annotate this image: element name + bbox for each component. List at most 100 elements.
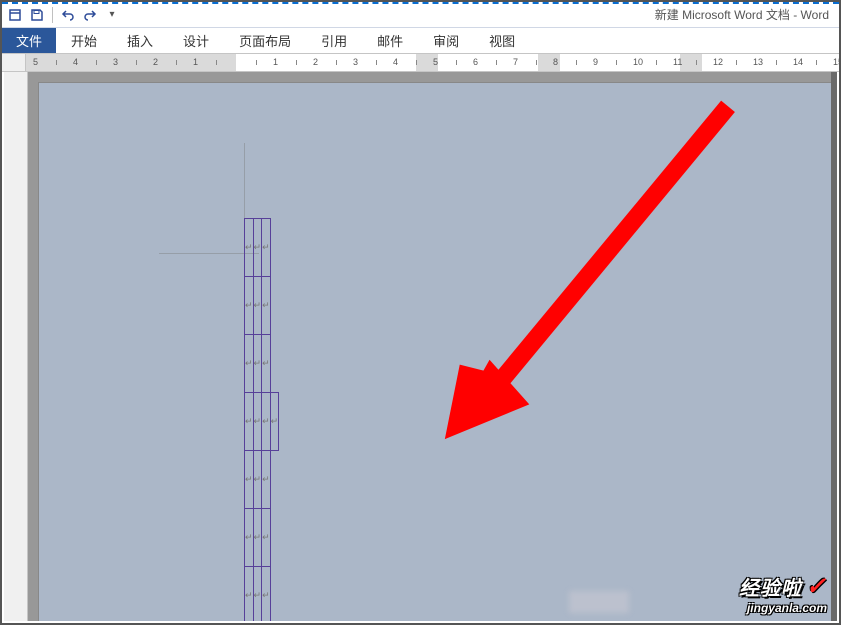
paragraph-mark-icon: ↵ <box>254 474 262 484</box>
ruler-mark: 1 <box>273 57 278 67</box>
tab-view[interactable]: 视图 <box>474 28 530 53</box>
tab-insert[interactable]: 插入 <box>112 28 168 53</box>
selection-border-top <box>2 2 839 4</box>
window-title: 新建 Microsoft Word 文档 - Word <box>121 6 839 23</box>
ruler-mark: 14 <box>793 57 803 67</box>
ruler-mark: 4 <box>73 57 78 67</box>
save-icon[interactable] <box>28 6 46 24</box>
table-cell[interactable]: ↵ <box>253 393 262 451</box>
table-cell[interactable]: ↵ <box>253 335 262 393</box>
table-cell[interactable]: ↵ <box>253 451 262 509</box>
document-table[interactable]: ↵ ↵ ↵ ↵ ↵ ↵ ↵ ↵ ↵ <box>244 218 271 393</box>
paragraph-mark-icon: ↵ <box>245 358 253 368</box>
tab-references-label: 引用 <box>321 31 347 50</box>
table-cell[interactable]: ↵ <box>262 277 271 335</box>
paragraph-mark-icon: ↵ <box>254 590 262 600</box>
ruler-mark: 5 <box>433 57 438 67</box>
paragraph-mark-icon: ↵ <box>254 300 262 310</box>
table-cell[interactable]: ↵ <box>262 567 271 622</box>
table-cell[interactable]: ↵ <box>245 451 254 509</box>
redo-icon[interactable] <box>81 6 99 24</box>
table-cell[interactable]: ↵ <box>270 393 279 451</box>
tab-insert-label: 插入 <box>127 31 153 50</box>
ruler-mark: 2 <box>313 57 318 67</box>
paragraph-mark-icon: ↵ <box>271 416 279 426</box>
table-cell[interactable]: ↵ <box>245 219 254 277</box>
paragraph-mark-icon: ↵ <box>254 242 262 252</box>
paragraph-mark-icon: ↵ <box>262 590 270 600</box>
table-row[interactable]: ↵ ↵ ↵ ↵ <box>245 393 279 451</box>
paragraph-mark-icon: ↵ <box>262 416 270 426</box>
table-row[interactable]: ↵ ↵ ↵ <box>245 509 271 567</box>
document-table-split-row[interactable]: ↵ ↵ ↵ ↵ <box>244 392 279 451</box>
ruler-mark: 4 <box>393 57 398 67</box>
table-row[interactable]: ↵ ↵ ↵ <box>245 567 271 622</box>
tab-design-label: 设计 <box>183 31 209 50</box>
tab-layout-label: 页面布局 <box>239 31 291 50</box>
paragraph-mark-icon: ↵ <box>262 242 270 252</box>
table-cell[interactable]: ↵ <box>262 451 271 509</box>
tab-home-label: 开始 <box>71 31 97 50</box>
tab-file[interactable]: 文件 <box>2 28 56 53</box>
ruler-mark: 15 <box>833 57 839 67</box>
tab-home[interactable]: 开始 <box>56 28 112 53</box>
table-row[interactable]: ↵ ↵ ↵ <box>245 451 271 509</box>
vertical-ruler[interactable] <box>4 72 28 621</box>
ruler-mark: 1 <box>193 57 198 67</box>
ruler-mark: 11 <box>673 57 682 67</box>
paragraph-mark-icon: ↵ <box>262 300 270 310</box>
tab-design[interactable]: 设计 <box>168 28 224 53</box>
tab-mail-label: 邮件 <box>377 31 403 50</box>
ruler-mark: 13 <box>753 57 763 67</box>
ruler-mark: 10 <box>633 57 643 67</box>
table-cell[interactable]: ↵ <box>262 509 271 567</box>
table-cell[interactable]: ↵ <box>245 393 254 451</box>
tab-review[interactable]: 审阅 <box>418 28 474 53</box>
undo-icon[interactable] <box>59 6 77 24</box>
paragraph-mark-icon: ↵ <box>262 474 270 484</box>
tab-references[interactable]: 引用 <box>306 28 362 53</box>
ruler-mark: 8 <box>553 57 558 67</box>
table-cell[interactable]: ↵ <box>253 277 262 335</box>
qat-customize-dropdown-icon[interactable]: ▾ <box>103 6 121 24</box>
ruler-corner <box>2 54 26 71</box>
table-cell[interactable]: ↵ <box>245 277 254 335</box>
ribbon-tabs: 文件 开始 插入 设计 页面布局 引用 邮件 审阅 视图 <box>2 28 839 54</box>
table-cell[interactable]: ↵ <box>262 393 271 451</box>
table-cell[interactable]: ↵ <box>253 509 262 567</box>
document-table-lower[interactable]: ↵ ↵ ↵ ↵ ↵ ↵ ↵ ↵ ↵ <box>244 450 271 621</box>
paragraph-mark-icon: ↵ <box>254 358 262 368</box>
table-row[interactable]: ↵ ↵ ↵ <box>245 277 271 335</box>
ruler-mark: 5 <box>33 57 38 67</box>
table-cell[interactable]: ↵ <box>262 335 271 393</box>
paragraph-mark-icon: ↵ <box>245 532 253 542</box>
paragraph-mark-icon: ↵ <box>245 590 253 600</box>
ruler-shade-3 <box>680 54 702 71</box>
tab-mail[interactable]: 邮件 <box>362 28 418 53</box>
table-cell[interactable]: ↵ <box>253 567 262 622</box>
table-cell[interactable]: ↵ <box>245 335 254 393</box>
ruler-mark: 3 <box>113 57 118 67</box>
paragraph-mark-icon: ↵ <box>262 532 270 542</box>
workspace: ↵ ↵ ↵ ↵ ↵ ↵ ↵ ↵ ↵ ↵ ↵ <box>4 72 837 621</box>
ruler-mark: 6 <box>473 57 478 67</box>
paragraph-mark-icon: ↵ <box>254 416 262 426</box>
table-cell[interactable]: ↵ <box>245 509 254 567</box>
horizontal-ruler[interactable]: 54321123456789101112131415 <box>26 54 839 71</box>
table-cell[interactable]: ↵ <box>253 219 262 277</box>
paragraph-mark-icon: ↵ <box>245 242 253 252</box>
table-row[interactable]: ↵ ↵ ↵ <box>245 335 271 393</box>
table-row[interactable]: ↵ ↵ ↵ <box>245 219 271 277</box>
tab-review-label: 审阅 <box>433 31 459 50</box>
restore-down-icon[interactable] <box>6 6 24 24</box>
ruler-mark: 3 <box>353 57 358 67</box>
paragraph-mark-icon: ↵ <box>245 300 253 310</box>
table-cell[interactable]: ↵ <box>262 219 271 277</box>
document-canvas[interactable]: ↵ ↵ ↵ ↵ ↵ ↵ ↵ ↵ ↵ ↵ ↵ <box>28 72 837 621</box>
vertical-scrollbar[interactable] <box>831 72 837 621</box>
table-cell[interactable]: ↵ <box>245 567 254 622</box>
qat-separator <box>52 7 53 23</box>
ruler-row: 54321123456789101112131415 <box>2 54 839 72</box>
tab-layout[interactable]: 页面布局 <box>224 28 306 53</box>
ruler-mark: 7 <box>513 57 518 67</box>
